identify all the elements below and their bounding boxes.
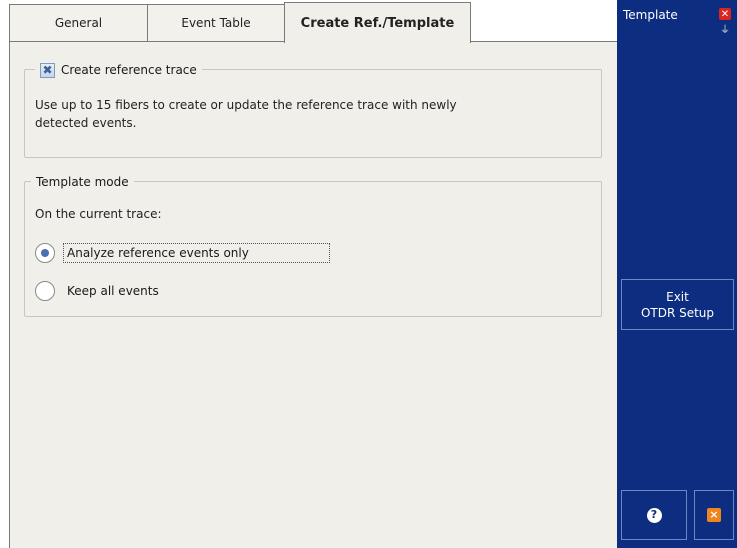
exit-line-2: OTDR Setup	[640, 305, 715, 320]
tab-event-table[interactable]: Event Table	[147, 4, 285, 41]
description-line-1: Use up to 15 fibers to create or update …	[35, 98, 457, 112]
exit-line-1: Exit	[666, 289, 689, 304]
main-area: General Event Table Create Ref./Template…	[0, 0, 617, 548]
template-prompt: On the current trace:	[35, 207, 162, 221]
template-mode-group: Template mode On the current trace: Anal…	[24, 173, 602, 317]
close-button[interactable]: ×	[694, 490, 734, 540]
check-x-icon: ✖	[42, 63, 53, 77]
option-analyze-reference-label: Analyze reference events only	[63, 243, 330, 263]
reference-group: ✖ Create reference trace Use up to 15 fi…	[24, 61, 602, 158]
radio-keep-all-events[interactable]	[35, 281, 55, 301]
option-keep-all-events-label: Keep all events	[67, 284, 159, 298]
create-reference-label: Create reference trace	[61, 63, 197, 77]
sidebar: Template ✕ ⏚ Exit OTDR Setup ? ×	[617, 0, 737, 548]
close-x-icon: ×	[707, 508, 721, 522]
template-mode-title: Template mode	[31, 173, 134, 191]
option-analyze-reference[interactable]: Analyze reference events only	[35, 243, 330, 263]
reference-description: Use up to 15 fibers to create or update …	[35, 96, 457, 132]
description-line-2: detected events.	[35, 116, 137, 130]
reference-group-legend[interactable]: ✖ Create reference trace	[35, 61, 202, 79]
tab-general[interactable]: General	[9, 4, 148, 41]
help-icon: ?	[646, 507, 662, 523]
option-keep-all-events[interactable]: Keep all events	[35, 281, 163, 301]
create-reference-checkbox[interactable]: ✖	[40, 62, 55, 78]
tab-bar: General Event Table Create Ref./Template	[0, 0, 617, 43]
tab-create-ref-template[interactable]: Create Ref./Template	[284, 2, 471, 43]
help-button[interactable]: ?	[621, 490, 687, 540]
exit-otdr-setup-button[interactable]: Exit OTDR Setup	[621, 279, 734, 330]
close-icon[interactable]: ✕	[719, 8, 731, 20]
tab-panel: ✖ Create reference trace Use up to 15 fi…	[9, 41, 617, 548]
radio-selected-dot	[41, 249, 49, 257]
sidebar-title: Template	[623, 8, 678, 22]
radio-analyze-reference[interactable]	[35, 243, 55, 263]
plug-icon: ⏚	[720, 24, 730, 36]
